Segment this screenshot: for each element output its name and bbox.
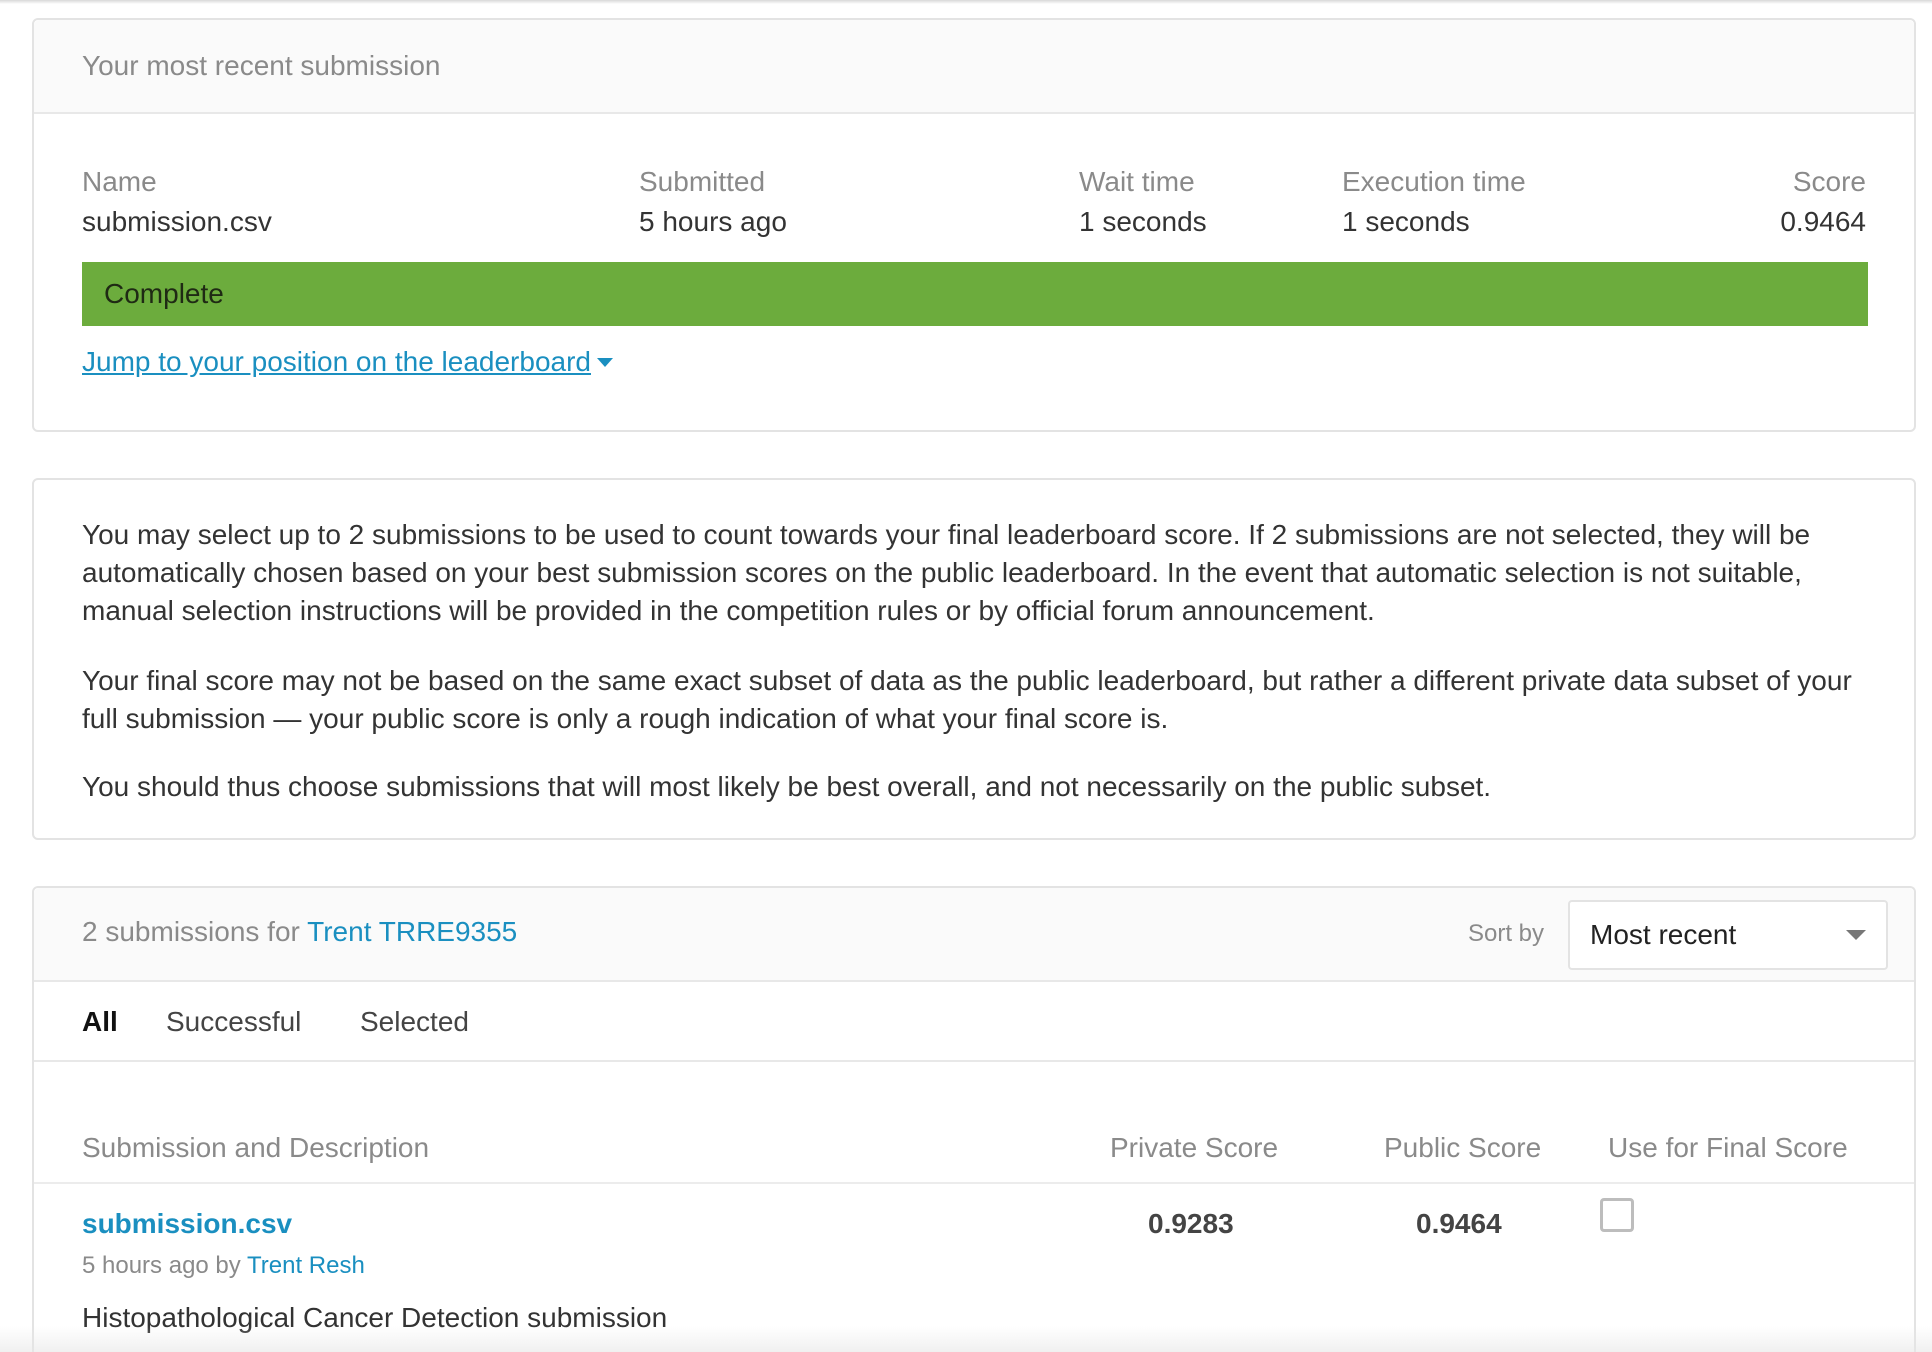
col-public-score: Public Score (1384, 1132, 1542, 1163)
name-value: submission.csv (82, 206, 272, 237)
jump-link-label: Jump to your position on the leaderboard (82, 346, 591, 377)
dropdown-caret-icon (1846, 930, 1866, 940)
tab-successful[interactable]: Successful (166, 1006, 301, 1038)
page: Your most recent submission Name submiss… (0, 0, 1932, 1352)
score-value: 0.9464 (1780, 206, 1866, 237)
tab-selected[interactable]: Selected (360, 1006, 469, 1038)
caret-down-icon (597, 357, 613, 367)
use-for-final-checkbox[interactable] (1600, 1198, 1634, 1232)
private-score-value: 0.9283 (1148, 1208, 1234, 1239)
col-use-for-final-score: Use for Final Score (1608, 1132, 1848, 1163)
execution-time-value: 1 seconds (1342, 206, 1470, 237)
info-paragraph-3: You should thus choose submissions that … (82, 771, 1492, 802)
status-complete-bar: Complete (82, 262, 1868, 326)
submissions-count: 2 submissions for (82, 916, 300, 947)
score-label: Score (1792, 166, 1866, 197)
top-shadow (0, 0, 1932, 4)
sort-by-label: Sort by (1468, 920, 1545, 947)
sort-selected-value: Most recent (1590, 919, 1737, 950)
bottom-fade (0, 1326, 1932, 1352)
name-label: Name (82, 166, 157, 197)
recent-submission-card: Your most recent submission Name submiss… (32, 18, 1916, 432)
col-submission-description: Submission and Description (82, 1132, 430, 1163)
jump-to-leaderboard-link[interactable]: Jump to your position on the leaderboard (82, 346, 613, 378)
execution-time-label: Execution time (1342, 166, 1526, 197)
info-paragraph-1: You may select up to 2 submissions to be… (82, 519, 1811, 626)
submissions-header: 2 submissions for Trent TRRE9355 Sort by… (34, 888, 1914, 982)
team-name-link[interactable]: Trent TRRE9355 (307, 916, 517, 947)
table-divider (34, 1182, 1914, 1184)
submission-file-link[interactable]: submission.csv (82, 1208, 292, 1240)
wait-time-label: Wait time (1079, 166, 1195, 197)
wait-time-value: 1 seconds (1079, 206, 1207, 237)
sort-select[interactable]: Most recent (1568, 900, 1888, 970)
public-score-value: 0.9464 (1416, 1208, 1502, 1239)
submission-filter-tabs: All Successful Selected (34, 982, 1914, 1062)
selection-info-card: You may select up to 2 submissions to be… (32, 478, 1916, 840)
info-paragraph-2: Your final score may not be based on the… (82, 665, 1852, 734)
submissions-card: 2 submissions for Trent TRRE9355 Sort by… (32, 886, 1916, 1352)
submission-time: 5 hours ago by (82, 1252, 241, 1279)
author-link[interactable]: Trent Resh (247, 1252, 365, 1279)
submissions-title: 2 submissions for Trent TRRE9355 (82, 916, 517, 948)
col-private-score: Private Score (1110, 1132, 1279, 1163)
submitted-label: Submitted (639, 166, 766, 197)
tab-all[interactable]: All (82, 1006, 118, 1038)
submission-meta: 5 hours ago by Trent Resh (82, 1252, 365, 1280)
submitted-value: 5 hours ago (639, 206, 787, 237)
recent-submission-header: Your most recent submission (34, 20, 1914, 114)
status-label: Complete (104, 278, 224, 309)
